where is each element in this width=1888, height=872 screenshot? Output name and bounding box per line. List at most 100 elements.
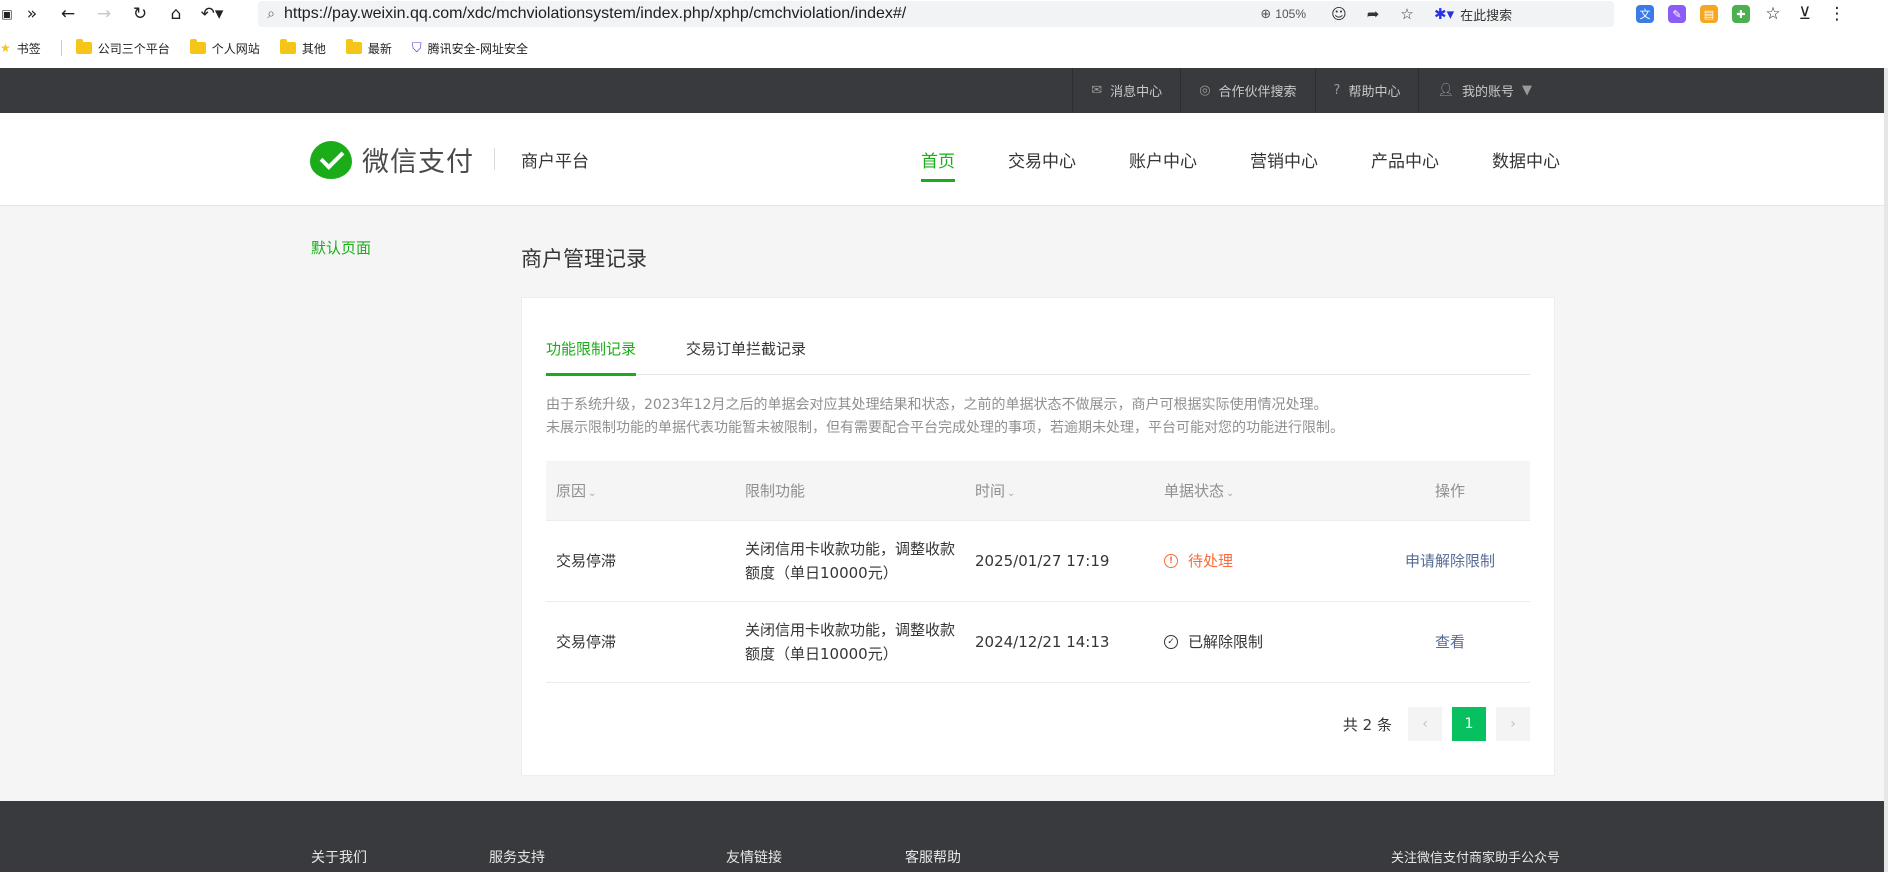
translate-extension-icon[interactable]: 文: [1636, 5, 1654, 23]
nav-marketing-center[interactable]: 营销中心: [1250, 113, 1318, 206]
bookmark-folder[interactable]: 其他: [279, 39, 326, 57]
home-button[interactable]: ⌂: [158, 0, 194, 28]
next-page-button[interactable]: ›: [1496, 707, 1530, 741]
column-header-status[interactable]: 单据状态 ⌄: [1154, 480, 1370, 501]
cell-function: 关闭信用卡收款功能，调整收款 额度（单日10000元）: [735, 618, 965, 666]
search-engine-box[interactable]: ✱▾ 在此搜索: [1434, 5, 1614, 24]
page-title: 商户管理记录: [521, 247, 647, 271]
tab-function-restriction[interactable]: 功能限制记录: [546, 328, 637, 376]
cell-function-line: 额度（单日10000元）: [745, 645, 898, 663]
bookmarks-bar: ★ 书签 公司三个平台 个人网站 其他 最新 ⛉ 腾讯安全-网址安全: [0, 28, 1888, 68]
platform-name: 商户平台: [521, 152, 589, 172]
bookmark-label: 公司三个平台: [97, 41, 170, 56]
record-tabs: 功能限制记录 交易订单拦截记录: [546, 328, 1530, 376]
sort-caret-icon: ⌄: [588, 488, 597, 499]
bookmark-label: 其他: [301, 41, 326, 56]
nav-trade-center[interactable]: 交易中心: [1008, 113, 1076, 206]
bookmark-label: 个人网站: [211, 41, 260, 56]
chevron-right-icon: ›: [1510, 716, 1516, 732]
wechat-pay-logo[interactable]: 微信支付: [310, 140, 474, 179]
page-scrollbar[interactable]: [1884, 68, 1888, 872]
apply-unrestrict-link[interactable]: 申请解除限制: [1405, 552, 1495, 570]
folder-extension-icon[interactable]: ▤: [1700, 5, 1718, 23]
check-circle-icon: ✓: [1164, 635, 1178, 649]
baidu-paw-icon: ✱▾: [1434, 5, 1455, 23]
edit-extension-icon[interactable]: ✎: [1668, 5, 1686, 23]
column-header-time[interactable]: 时间 ⌄: [965, 480, 1154, 501]
back-button[interactable]: ←: [50, 0, 86, 28]
bookmark-folder[interactable]: 公司三个平台: [75, 39, 170, 57]
page-number-button[interactable]: 1: [1452, 707, 1486, 741]
bookmark-folder[interactable]: 个人网站: [189, 39, 260, 57]
top-link-label: 消息中心: [1110, 85, 1163, 100]
folder-icon: [279, 39, 296, 54]
download-icon[interactable]: ⊻: [1796, 4, 1814, 24]
nav-home[interactable]: 首页: [921, 113, 955, 206]
reload-button[interactable]: ↻: [122, 0, 158, 28]
column-header-label: 限制功能: [745, 482, 806, 500]
nav-account-center[interactable]: 账户中心: [1129, 113, 1197, 206]
favorites-icon[interactable]: ☆: [1764, 4, 1782, 24]
chevron-left-icon: ‹: [1422, 716, 1428, 732]
share-icon[interactable]: ➦: [1356, 5, 1390, 23]
forward-button[interactable]: →: [86, 0, 122, 28]
bookmark-folder[interactable]: 最新: [345, 39, 392, 57]
address-bar[interactable]: ⌕ https://pay.weixin.qq.com/xdc/mchviola…: [258, 1, 1614, 27]
column-header-action: 操作: [1370, 480, 1530, 501]
user-icon: 👤︎: [1437, 83, 1454, 98]
partner-search-link[interactable]: ◎ 合作伙伴搜索: [1180, 68, 1314, 113]
reader-mode-icon[interactable]: ☺: [1322, 5, 1356, 23]
site-header: 微信支付 商户平台 首页 交易中心 账户中心 营销中心 产品中心 数据中心: [0, 113, 1884, 206]
nav-data-center[interactable]: 数据中心: [1492, 113, 1560, 206]
footer-friendly-links[interactable]: 友情链接: [726, 847, 782, 867]
bookmark-item[interactable]: ⛉ 腾讯安全-网址安全: [412, 40, 528, 57]
top-link-label: 我的账号: [1461, 85, 1514, 100]
message-center-link[interactable]: ✉ 消息中心: [1072, 68, 1180, 113]
folder-icon: [189, 39, 206, 54]
puzzle-extension-icon[interactable]: ✚: [1732, 5, 1750, 23]
nav-product-center[interactable]: 产品中心: [1371, 113, 1439, 206]
zoom-icon: ⊕: [1260, 6, 1272, 22]
column-header-reason[interactable]: 原因 ⌄: [546, 480, 735, 501]
footer-about-us[interactable]: 关于我们: [311, 847, 367, 867]
url-input[interactable]: https://pay.weixin.qq.com/xdc/mchviolati…: [284, 5, 1260, 23]
search-input[interactable]: 在此搜索: [1460, 5, 1512, 24]
table-row: 交易停滞 关闭信用卡收款功能，调整收款 额度（单日10000元） 2025/01…: [546, 521, 1530, 602]
alert-circle-icon: !: [1164, 554, 1178, 568]
bookmark-item[interactable]: ★ 书签: [0, 40, 41, 57]
total-count: 共 2 条: [1342, 715, 1392, 734]
bookmark-label: 书签: [16, 41, 41, 56]
menu-icon[interactable]: ⋮: [1828, 4, 1846, 24]
status-label: 已解除限制: [1188, 633, 1264, 651]
tab-strip-icon[interactable]: ▣: [0, 0, 14, 28]
help-center-link[interactable]: ? 帮助中心: [1314, 68, 1419, 113]
shield-icon: ⛉: [411, 40, 422, 56]
sidebar-item-default-page[interactable]: 默认页面: [311, 237, 371, 258]
undo-button[interactable]: ↶▾: [194, 0, 230, 28]
cell-reason: 交易停滞: [556, 552, 617, 570]
zoom-indicator[interactable]: ⊕ 105%: [1260, 7, 1306, 22]
view-link[interactable]: 查看: [1435, 633, 1465, 651]
bookmark-star-icon[interactable]: ☆: [1390, 5, 1424, 23]
logo-divider: [494, 148, 495, 170]
extensions-area: 文 ✎ ▤ ✚ ☆ ⊻ ⋮: [1636, 0, 1846, 28]
sort-caret-icon: ⌄: [1007, 488, 1016, 499]
pagination: 共 2 条 ‹ 1 ›: [1343, 707, 1530, 741]
bookmark-separator: [60, 40, 62, 56]
cell-function-line: 额度（单日10000元）: [745, 564, 898, 582]
footer-follow-account: 关注微信支付商家助手公众号: [1391, 851, 1561, 866]
footer-service-support[interactable]: 服务支持: [489, 847, 545, 867]
site-info-icon[interactable]: ⌕: [258, 6, 284, 22]
more-tools-icon[interactable]: »: [14, 0, 50, 28]
tab-order-interception[interactable]: 交易订单拦截记录: [686, 328, 806, 375]
table-header: 原因 ⌄ 限制功能 时间 ⌄ 单据状态 ⌄ 操作: [546, 461, 1530, 521]
my-account-menu[interactable]: 👤︎ 我的账号 ▼: [1418, 68, 1550, 113]
cell-status: ✓ 已解除限制: [1154, 630, 1370, 654]
cell-reason: 交易停滞: [556, 633, 617, 651]
prev-page-button[interactable]: ‹: [1408, 707, 1442, 741]
records-table: 原因 ⌄ 限制功能 时间 ⌄ 单据状态 ⌄ 操作 交易停滞 关闭信用卡收款功能，调整收…: [546, 461, 1530, 683]
footer-customer-help[interactable]: 客服帮助: [905, 847, 961, 867]
logo-text: 微信支付: [362, 147, 474, 178]
bookmark-label: 腾讯安全-网址安全: [427, 41, 528, 56]
cell-action: 申请解除限制: [1370, 549, 1530, 573]
